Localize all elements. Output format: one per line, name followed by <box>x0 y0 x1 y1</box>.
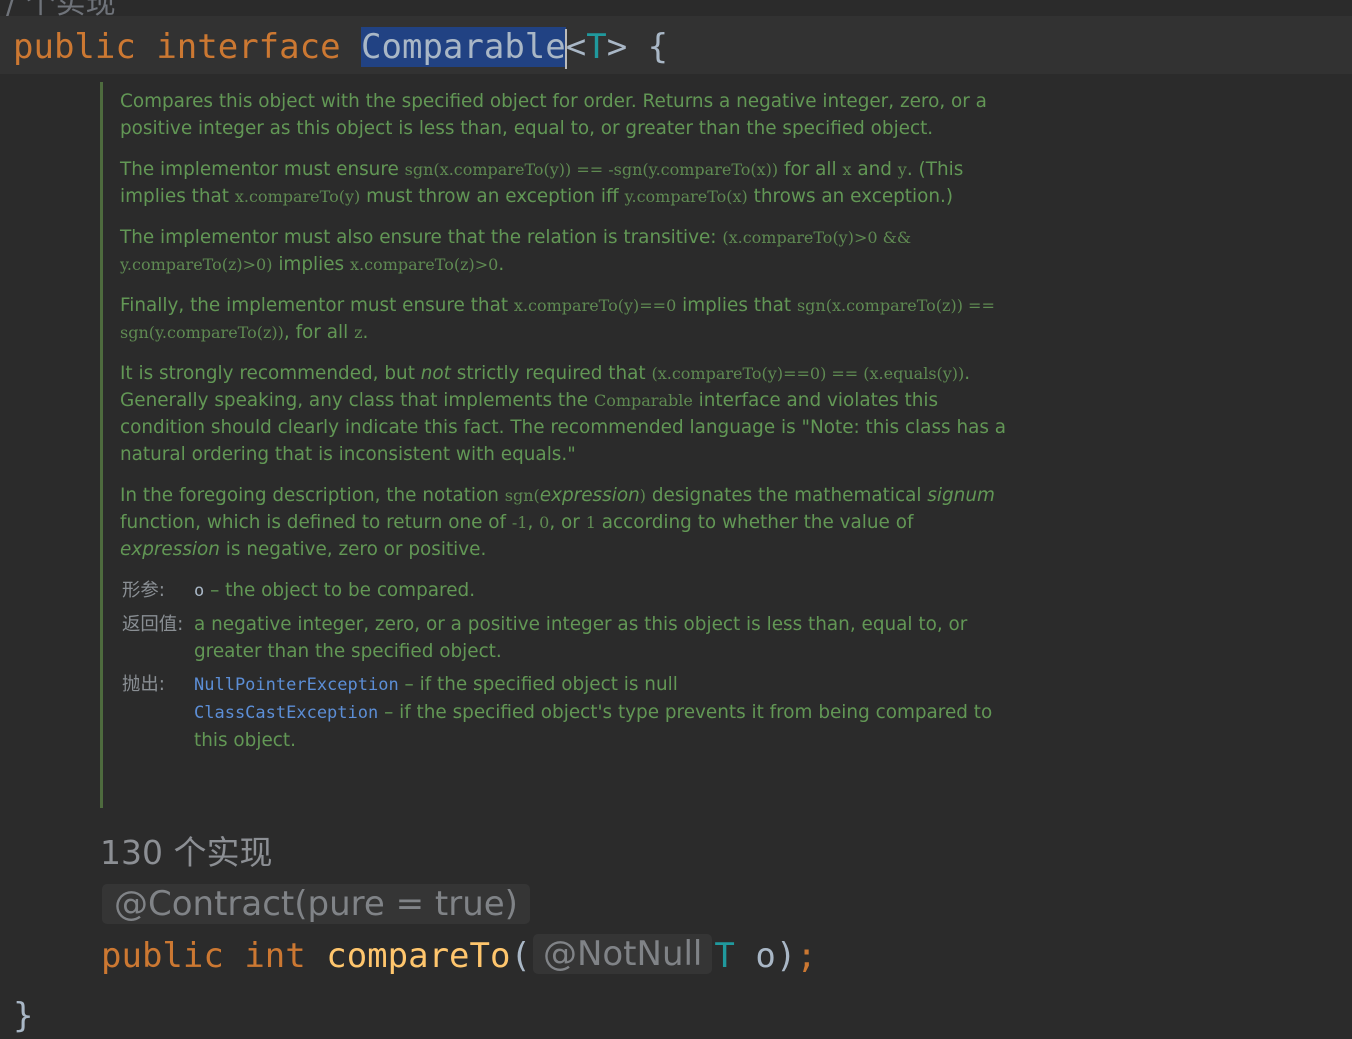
doc-tags: 形参: o – the object to be compared. 返回值: … <box>120 577 1010 754</box>
doc-text: must throw an exception iff <box>360 186 625 207</box>
doc-text: , <box>527 512 540 533</box>
doc-paragraph-equals: It is strongly recommended, but not stri… <box>120 360 1010 468</box>
doc-text: The implementor must also ensure that th… <box>120 227 723 248</box>
doc-code: 0 <box>539 513 550 532</box>
tag-throws: 抛出: NullPointerException – if the specif… <box>120 671 1010 754</box>
doc-text: designates the mathematical <box>645 485 928 506</box>
paren-open: ( <box>510 936 531 976</box>
open-brace: { <box>647 27 669 67</box>
doc-text: is negative, zero or positive. <box>219 539 487 560</box>
doc-code: x.compareTo(z)>0 <box>349 255 499 274</box>
doc-paragraph-consistency: Finally, the implementor must ensure tha… <box>120 292 1010 346</box>
doc-text: , or <box>549 512 586 533</box>
semicolon: ; <box>796 936 817 976</box>
doc-text: according to whether the value of <box>595 512 914 533</box>
tag-throws-value: NullPointerException – if the specified … <box>194 671 1010 754</box>
type-parameter[interactable]: T <box>586 27 606 67</box>
doc-code: x.compareTo(y)==0 <box>513 296 677 315</box>
doc-code: z <box>354 323 363 342</box>
doc-text: throws an exception.) <box>747 186 954 207</box>
doc-text: . <box>498 254 505 275</box>
doc-code: sgn( <box>504 486 540 505</box>
nullpointerexception-link[interactable]: NullPointerException <box>194 675 399 695</box>
doc-paragraph-signum: In the foregoing description, the notati… <box>120 482 1010 563</box>
int-keyword[interactable]: int <box>244 936 305 976</box>
tag-param-value: o – the object to be compared. <box>194 577 1010 605</box>
implementations-count-inlay[interactable]: 130 个实现 <box>100 826 272 874</box>
paren-close: ) <box>775 936 797 976</box>
type-param-close: > <box>606 27 628 67</box>
doc-text: , for all <box>283 322 355 343</box>
doc-italic: expression <box>120 539 220 560</box>
tag-return-label: 返回值: <box>122 614 184 635</box>
doc-italic: signum <box>927 485 995 506</box>
javadoc-rendered: Compares this object with the specified … <box>100 82 1010 808</box>
doc-code: (x.compareTo(y)==0) == (x.equals(y)) <box>651 364 965 383</box>
doc-paragraph-transitive: The implementor must also ensure that th… <box>120 224 1010 278</box>
doc-text: It is strongly recommended, but <box>120 363 421 384</box>
param-description: – the object to be compared. <box>204 580 476 601</box>
param-name: o <box>194 581 205 601</box>
interface-keyword[interactable]: interface <box>156 27 340 67</box>
doc-code: Comparable <box>593 391 693 410</box>
doc-text: In the foregoing description, the notati… <box>120 485 505 506</box>
tag-throws-label: 抛出: <box>122 674 165 695</box>
tag-param: 形参: o – the object to be compared. <box>120 577 1010 605</box>
doc-text: implies <box>272 254 350 275</box>
public-keyword[interactable]: public <box>13 27 136 67</box>
tag-return-value: a negative integer, zero, or a positive … <box>194 614 968 662</box>
public-keyword-method[interactable]: public <box>101 936 224 976</box>
param-type[interactable]: T <box>714 936 734 976</box>
doc-text: . <box>362 322 369 343</box>
doc-text: for all <box>778 159 843 180</box>
doc-text: function, which is defined to return one… <box>120 512 512 533</box>
doc-text: implies that <box>676 295 797 316</box>
doc-text: The implementor must ensure <box>120 159 405 180</box>
doc-paragraph-symmetry: The implementor must ensure sgn(x.compar… <box>120 156 1010 210</box>
previous-line-text: / 个实现 <box>6 0 116 16</box>
doc-text: and <box>851 159 898 180</box>
doc-code: y <box>897 160 907 179</box>
doc-code: -1 <box>511 513 528 532</box>
param-identifier[interactable]: o <box>755 936 775 976</box>
doc-code: 1 <box>585 513 596 532</box>
type-param-open: < <box>565 27 587 67</box>
doc-text: Finally, the implementor must ensure tha… <box>120 295 514 316</box>
doc-italic: not <box>420 363 451 384</box>
classcastexception-link[interactable]: ClassCastException <box>194 703 378 723</box>
method-name[interactable]: compareTo <box>326 936 510 976</box>
method-declaration[interactable]: public int compareTo(@NotNull T o); <box>101 934 817 978</box>
tag-return: 返回值: a negative integer, zero, or a posi… <box>120 611 1010 665</box>
doc-text: strictly required that <box>450 363 652 384</box>
inferred-annotation-contract[interactable]: @Contract(pure = true) <box>102 884 530 924</box>
doc-code: x <box>842 160 852 179</box>
doc-code: sgn(x.compareTo(y)) == -sgn(y.compareTo(… <box>404 160 779 179</box>
previous-line-fragment: / 个实现 <box>0 0 1352 16</box>
tag-param-label: 形参: <box>122 580 165 601</box>
doc-paragraph-summary: Compares this object with the specified … <box>120 91 987 139</box>
closing-brace: } <box>13 996 34 1036</box>
ex1-description: – if the specified object is null <box>398 674 678 695</box>
doc-code: x.compareTo(y) <box>234 187 361 206</box>
inferred-annotation-notnull[interactable]: @NotNull <box>532 934 713 974</box>
doc-italic: expression <box>539 485 640 506</box>
interface-declaration[interactable]: public interface Comparable<T> { <box>13 25 668 69</box>
interface-name-selected[interactable]: Comparable <box>361 27 566 67</box>
doc-code: y.compareTo(x) <box>624 187 748 206</box>
